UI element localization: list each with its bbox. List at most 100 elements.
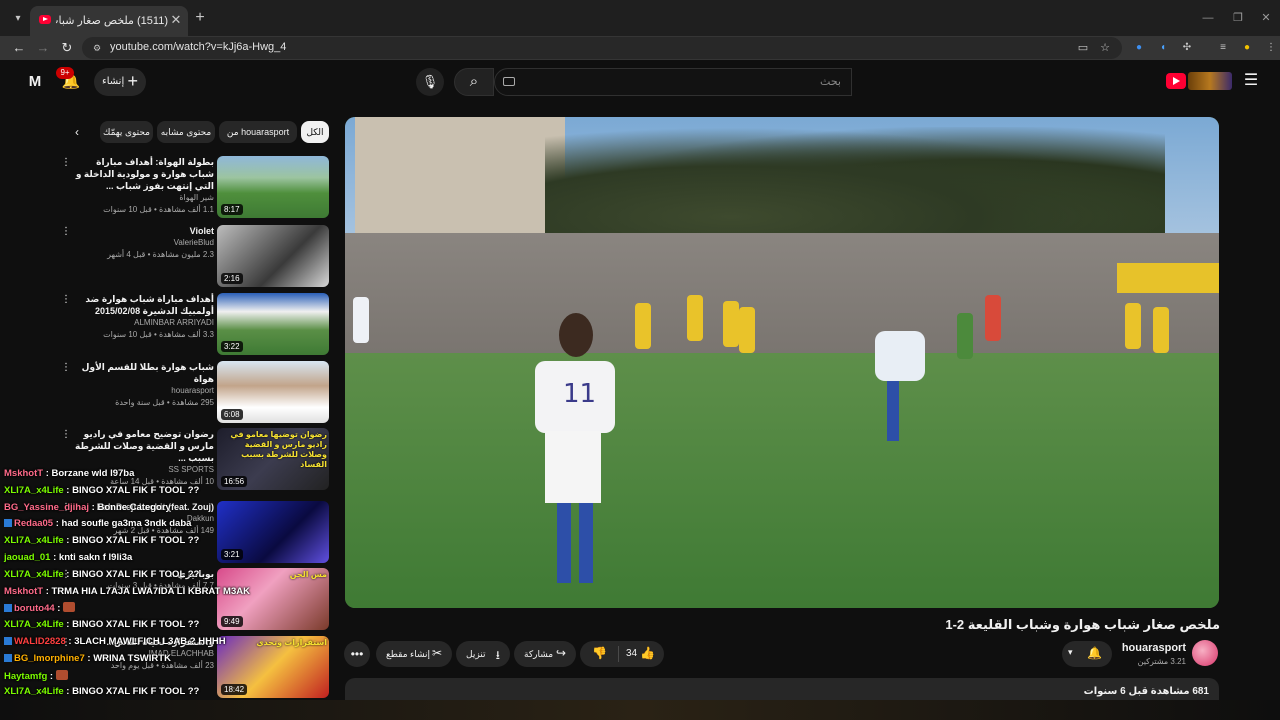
extensions-puzzle-icon[interactable]: ✣: [1180, 41, 1194, 55]
url-text[interactable]: youtube.com/watch?v=kJj6a-Hwg_4: [110, 41, 286, 53]
recommendation-thumbnail[interactable]: 6:08: [217, 361, 329, 423]
video-frame-tent: [1117, 263, 1219, 293]
keyboard-icon[interactable]: [503, 77, 515, 86]
recommendation-item[interactable]: أهداف مباراة شباب هوارة ضد أولمبيك الدشي…: [60, 293, 332, 357]
address-bar[interactable]: ⚙ youtube.com/watch?v=kJj6a-Hwg_4 ▭ ☆: [82, 37, 1122, 59]
tab-close-icon[interactable]: ✕: [168, 12, 184, 28]
forward-arrow-icon[interactable]: →: [34, 39, 52, 57]
search-button[interactable]: ⌕: [454, 68, 494, 96]
recommendation-item[interactable]: شباب هوارة بطلا للقسم الأول هواة houarasp…: [60, 361, 332, 425]
profile-avatar-icon[interactable]: ●: [1240, 41, 1254, 55]
window-close-icon[interactable]: ✕: [1258, 10, 1274, 26]
video-frame-player: [1125, 303, 1141, 349]
search-icon: ⌕: [469, 73, 479, 90]
recommendation-thumbnail[interactable]: 3:22: [217, 293, 329, 355]
kebab-menu-icon[interactable]: ⋮: [60, 293, 72, 307]
chat-text: : BINGO X7AL FIK F TOOL ??: [63, 535, 200, 547]
new-tab-button[interactable]: +: [192, 10, 208, 26]
account-avatar-icon[interactable]: M: [24, 72, 46, 92]
recommendation-info[interactable]: Violet ValerieBlud 2.3 مليون مشاهدة • قبل …: [70, 225, 214, 261]
chat-message: XLI7A_x4Life : BINGO X7AL FIK F TOOL ??: [4, 569, 199, 580]
video-frame-pitch: [345, 353, 1219, 608]
chat-username: BG_lmorphine7: [14, 652, 85, 664]
browser-tab[interactable]: (1511) ملخص صغار شباب هوارة ✕: [30, 6, 188, 36]
search-placeholder: بحث: [820, 76, 841, 88]
clip-label: إنشاء مقطع: [386, 649, 431, 659]
subscribed-button[interactable]: 🔔 ▾: [1062, 641, 1112, 667]
recommendation-channel: houarasport: [171, 386, 214, 395]
site-info-icon[interactable]: ⚙: [90, 41, 104, 55]
back-arrow-icon[interactable]: ←: [10, 39, 28, 57]
recommendation-info[interactable]: شباب هوارة بطلا للقسم الأول هواة houarasp…: [70, 361, 214, 409]
download-label: تنزيل: [466, 649, 486, 659]
extension-shazam-icon[interactable]: ●: [1132, 41, 1146, 55]
tab-title: (1511) ملخص صغار شباب هوارة: [56, 15, 168, 27]
voice-search-button[interactable]: 🎙: [416, 68, 444, 96]
recommendation-info[interactable]: بطولة الهواة: أهداف مباراة شباب هوارة و …: [70, 156, 214, 216]
minimize-icon[interactable]: —: [1200, 10, 1216, 26]
video-frame-player: [739, 307, 755, 353]
recommendation-title: أهداف مباراة شباب هوارة ضد أولمبيك الدشي…: [85, 294, 214, 316]
reading-list-icon[interactable]: ≡: [1216, 41, 1230, 55]
reload-icon[interactable]: ↻: [58, 39, 76, 57]
duration-badge: 6:08: [221, 409, 243, 420]
download-button[interactable]: تنزيل ⭳: [456, 641, 510, 667]
video-frame-player: [687, 295, 703, 341]
kebab-menu-icon[interactable]: ⋮: [60, 361, 72, 375]
youtube-logo-icon[interactable]: [1166, 73, 1186, 89]
chip-for-you[interactable]: محتوى يهمّك: [100, 121, 153, 143]
bell-icon: 🔔: [1087, 646, 1102, 660]
chat-text: :: [54, 603, 64, 615]
chat-message: boruto44 :: [4, 602, 76, 615]
kebab-menu-icon[interactable]: ⋮: [60, 225, 72, 239]
bookmark-star-icon[interactable]: ☆: [1098, 41, 1112, 55]
create-button[interactable]: إنشاء +: [94, 68, 146, 96]
like-dislike-group: 👎 34 👍: [580, 641, 664, 667]
recommendation-channel: شير الهواة: [179, 193, 214, 202]
youtube-favicon-icon: [39, 15, 51, 24]
browser-toolbar: ← → ↻ ⚙ youtube.com/watch?v=kJj6a-Hwg_4 …: [0, 36, 1280, 60]
recommendation-item[interactable]: بطولة الهواة: أهداف مباراة شباب هوارة و …: [60, 156, 332, 220]
chat-username: boruto44: [14, 603, 55, 615]
chat-message: MskhotT : Borzane wld l97ba: [4, 468, 134, 479]
chat-username: MskhotT: [4, 468, 44, 479]
chat-text: : WRINA TSWIRTK: [84, 652, 171, 664]
guide-menu-icon[interactable]: ☰: [1242, 72, 1260, 90]
extension-audio-icon[interactable]: ◖: [1156, 41, 1170, 55]
chat-message: XLI7A_x4Life : BINGO X7AL FIK F TOOL ??: [4, 485, 199, 496]
recommendation-item[interactable]: Violet ValerieBlud 2.3 مليون مشاهدة • قبل …: [60, 225, 332, 289]
chat-text: : BINGO X7AL FIK F TOOL ??: [63, 619, 200, 631]
recommendation-channel: ValerieBlud: [173, 238, 214, 247]
more-actions-icon[interactable]: •••: [344, 641, 370, 667]
chip-related[interactable]: محتوى مشابه: [157, 121, 215, 143]
duration-badge: 3:22: [221, 341, 243, 352]
thumbs-down-icon[interactable]: 👎: [592, 646, 607, 660]
video-player[interactable]: 11: [345, 117, 1219, 608]
recommendation-thumbnail[interactable]: 2:16: [217, 225, 329, 287]
browser-menu-icon[interactable]: ⋮: [1264, 41, 1278, 55]
share-button[interactable]: مشاركة ↪: [514, 641, 576, 667]
search-input[interactable]: بحث: [494, 68, 852, 96]
tab-search-button[interactable]: ▾: [8, 9, 28, 29]
chat-text: :: [47, 670, 56, 682]
screen: ▾ (1511) ملخص صغار شباب هوارة ✕ + — ❐ ✕ …: [0, 0, 1280, 720]
kebab-menu-icon[interactable]: ⋮: [60, 156, 72, 170]
video-frame-player: [353, 297, 369, 343]
chat-text: : knti sakn f l9li3a: [50, 552, 133, 563]
clip-button[interactable]: إنشاء مقطع ✂: [376, 641, 452, 667]
like-count[interactable]: 34: [626, 648, 637, 659]
thumbs-up-icon[interactable]: 👍: [640, 646, 655, 660]
kebab-menu-icon[interactable]: ⋮: [60, 428, 72, 442]
recommendation-info[interactable]: أهداف مباراة شباب هوارة ضد أولمبيك الدشي…: [70, 293, 214, 341]
chip-all[interactable]: الكل: [301, 121, 329, 143]
youtube-doodle-logo[interactable]: [1188, 72, 1232, 90]
plus-icon: +: [127, 71, 138, 91]
chip-from-channel[interactable]: من houarasport: [219, 121, 297, 143]
channel-avatar[interactable]: [1192, 640, 1218, 666]
cast-icon[interactable]: ▭: [1076, 41, 1090, 55]
video-frame-player: [957, 313, 973, 359]
chat-message: BG_lmorphine7 : WRINA TSWIRTK: [4, 653, 171, 664]
maximize-icon[interactable]: ❐: [1230, 10, 1246, 26]
recommendation-thumbnail[interactable]: 8:17: [217, 156, 329, 218]
chevron-left-icon[interactable]: ‹: [70, 124, 84, 140]
